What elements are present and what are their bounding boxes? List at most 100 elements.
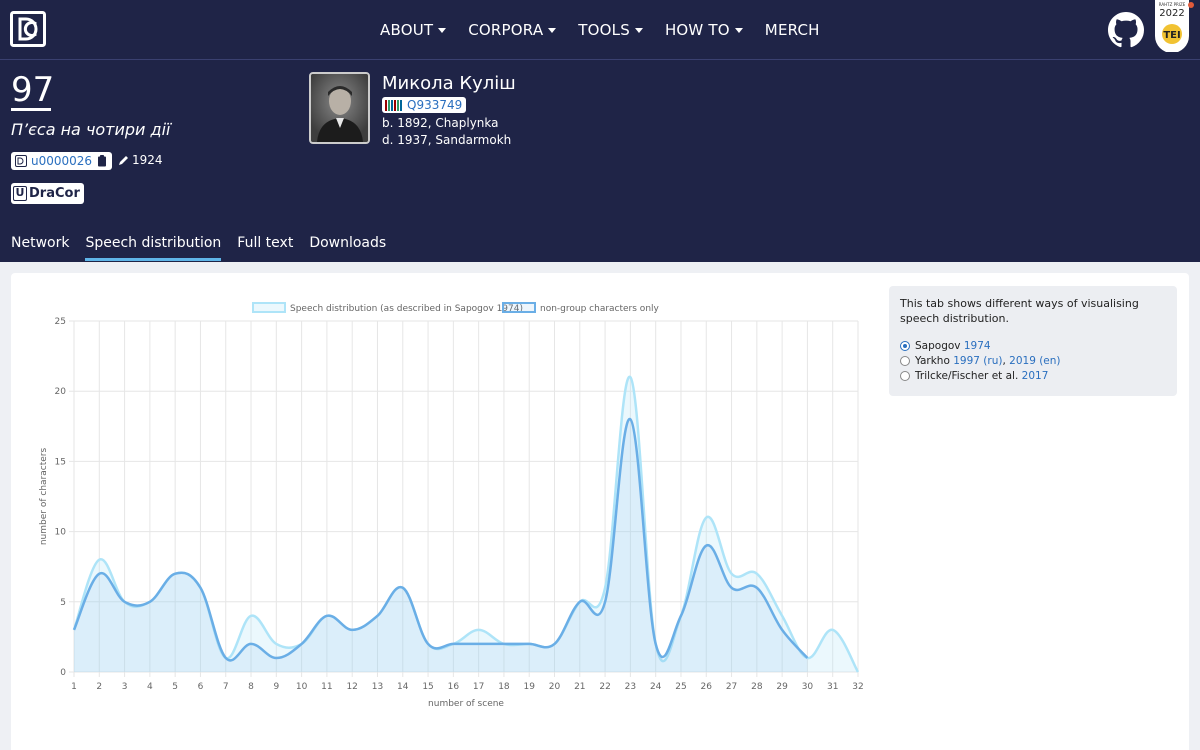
x-tick-label: 29 <box>776 682 788 692</box>
x-tick-label: 20 <box>549 682 561 692</box>
x-tick-label: 8 <box>248 682 254 692</box>
wikidata-badge[interactable]: Q933749 <box>382 97 467 113</box>
x-tick-label: 10 <box>296 682 308 692</box>
pencil-icon <box>119 155 128 165</box>
y-tick-label: 0 <box>60 668 66 678</box>
y-tick-label: 25 <box>55 317 66 327</box>
option-yarkho-name: Yarkho <box>915 355 950 367</box>
radio-yarkho[interactable] <box>900 356 910 366</box>
nav-corpora[interactable]: CORPORA <box>468 21 557 39</box>
x-axis-label: number of scene <box>428 699 504 709</box>
radio-sapogov[interactable] <box>900 341 910 351</box>
panel-description: This tab shows different ways of visuali… <box>900 297 1139 325</box>
legend-swatch-2 <box>502 302 536 313</box>
x-tick-label: 26 <box>701 682 713 692</box>
x-tick-label: 24 <box>650 682 662 692</box>
option-sapogov-name: Sapogov <box>915 340 961 352</box>
nav-about-label: ABOUT <box>380 21 434 39</box>
nav-merch-label: MERCH <box>764 21 820 39</box>
option-sapogov[interactable]: Sapogov 1974 <box>900 340 991 352</box>
chevron-down-icon <box>548 27 557 33</box>
x-tick-label: 19 <box>523 682 535 692</box>
legend-label-1: Speech distribution (as described in Sap… <box>290 304 523 314</box>
x-tick-label: 9 <box>273 682 279 692</box>
x-tick-label: 22 <box>599 682 610 692</box>
x-tick-label: 14 <box>397 682 409 692</box>
author-photo <box>311 74 368 142</box>
tab-network[interactable]: Network <box>11 235 69 261</box>
y-tick-label: 20 <box>55 387 67 397</box>
nav-merch[interactable]: MERCH <box>765 21 820 39</box>
option-yarkho[interactable]: Yarkho 1997 (ru), 2019 (en) <box>900 355 1061 367</box>
tab-downloads[interactable]: Downloads <box>309 235 386 261</box>
x-tick-label: 31 <box>827 682 838 692</box>
x-tick-label: 30 <box>802 682 814 692</box>
link-sapogov-1974[interactable]: 1974 <box>964 340 991 352</box>
radio-trilcke-fischer[interactable] <box>900 371 910 381</box>
nav-tools[interactable]: TOOLS <box>578 21 643 39</box>
x-tick-label: 27 <box>726 682 737 692</box>
chevron-down-icon <box>634 27 643 33</box>
link-yarkho-2019[interactable]: 2019 (en) <box>1009 355 1060 367</box>
y-tick-label: 5 <box>60 598 66 608</box>
chevron-down-icon <box>438 27 447 33</box>
notification-dot <box>1188 2 1194 8</box>
link-yarkho-1997[interactable]: 1997 (ru) <box>953 355 1002 367</box>
x-tick-label: 32 <box>852 682 863 692</box>
nav-how-to-label: HOW TO <box>664 21 730 39</box>
wikidata-id: Q933749 <box>407 98 463 112</box>
nav-how-to[interactable]: HOW TO <box>665 21 743 39</box>
x-tick-label: 15 <box>422 682 433 692</box>
play-tabs: Network Speech distribution Full text Do… <box>11 235 402 261</box>
x-tick-label: 3 <box>122 682 128 692</box>
play-id: u0000026 <box>31 154 93 168</box>
corpus-prefix: U <box>13 186 27 201</box>
author-born: b. 1892, Chaplynka <box>382 116 499 130</box>
x-tick-label: 25 <box>675 682 686 692</box>
github-icon[interactable] <box>1108 12 1144 48</box>
copy-clipboard-icon[interactable] <box>97 155 107 167</box>
play-number: 97 <box>11 70 55 110</box>
tab-full-text[interactable]: Full text <box>237 235 293 261</box>
wikidata-icon <box>385 99 403 111</box>
x-tick-label: 5 <box>172 682 178 692</box>
x-tick-label: 11 <box>321 682 332 692</box>
chart-svg: 1 2 3 4 5 6 7 8 9 10 11 12 13 14 15 16 17 18 19 20 21 22 23 24 2… <box>39 302 864 709</box>
play-id-badge[interactable]: u0000026 <box>11 152 113 170</box>
play-year: 1924 <box>118 153 163 167</box>
x-tick-label: 12 <box>346 682 357 692</box>
tei-badge-line1: RAHTZ PRIZE <box>1159 2 1186 7</box>
author-name[interactable]: Микола Куліш <box>382 73 516 94</box>
y-tick-label: 15 <box>55 457 66 467</box>
x-tick-label: 23 <box>625 682 636 692</box>
speech-distribution-chart: 1 2 3 4 5 6 7 8 9 10 11 12 13 14 15 16 17 18 19 20 21 22 23 24 2… <box>20 290 870 715</box>
x-tick-label: 18 <box>498 682 510 692</box>
dracor-mini-icon <box>15 155 27 167</box>
y-tick-label: 10 <box>55 528 67 538</box>
x-tick-label: 21 <box>574 682 585 692</box>
nav-tools-label: TOOLS <box>578 21 630 39</box>
dracor-logo-icon[interactable] <box>10 11 46 47</box>
link-trilcke-2017[interactable]: 2017 <box>1022 370 1049 382</box>
chevron-down-icon <box>734 27 743 33</box>
x-tick-label: 7 <box>223 682 229 692</box>
y-axis-label: number of characters <box>39 448 49 546</box>
nav-corpora-label: CORPORA <box>468 21 544 39</box>
corpus-badge[interactable]: U DraCor <box>11 183 84 204</box>
option-trilcke-fischer-name: Trilcke/Fischer et al. <box>915 370 1019 382</box>
x-tick-label: 28 <box>751 682 763 692</box>
play-number-underline <box>11 108 51 111</box>
nav-about[interactable]: ABOUT <box>380 21 447 39</box>
tab-speech-distribution[interactable]: Speech distribution <box>85 235 222 261</box>
x-tick-label: 2 <box>96 682 102 692</box>
play-subtitle: П’єса на чотири дії <box>11 120 171 139</box>
x-tick-label: 4 <box>147 682 153 692</box>
x-tick-label: 16 <box>448 682 460 692</box>
legend-label-2: non-group characters only <box>540 304 660 314</box>
play-year-value: 1924 <box>132 153 163 167</box>
tei-prize-badge-icon[interactable]: RAHTZ PRIZE 2022 TEI <box>1153 0 1191 52</box>
option-trilcke-fischer[interactable]: Trilcke/Fischer et al. 2017 <box>900 370 1048 382</box>
legend-swatch-1 <box>252 302 286 313</box>
x-tick-label: 1 <box>71 682 77 692</box>
x-tick-label: 13 <box>372 682 383 692</box>
